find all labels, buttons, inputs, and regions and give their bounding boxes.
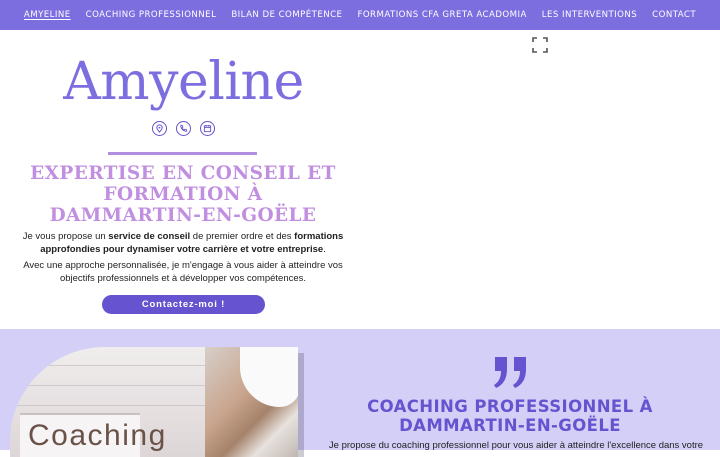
contact-me-button[interactable]: Contactez-moi !: [102, 295, 265, 314]
nav-link-contact[interactable]: CONTACT: [652, 10, 696, 20]
location-icon[interactable]: [152, 121, 167, 136]
nav-link-formations[interactable]: FORMATIONS CFA GRETA ACADOMIA: [357, 10, 526, 20]
top-navigation: AMYELINE COACHING PROFESSIONNEL BILAN DE…: [0, 0, 720, 30]
calendar-icon[interactable]: [200, 121, 215, 136]
intro-text: .: [323, 243, 326, 255]
expand-icon[interactable]: [532, 37, 548, 53]
phone-icon[interactable]: [176, 121, 191, 136]
intro-paragraph-2: Avec une approche personnalisée, je m'en…: [23, 260, 343, 284]
brand-name: Amyeline: [63, 52, 304, 112]
title-divider: [108, 152, 257, 155]
intro-text: de premier ordre et des: [190, 231, 295, 242]
nav-link-coaching[interactable]: COACHING PROFESSIONNEL: [86, 10, 217, 20]
nav-link-amyeline[interactable]: AMYELINE: [24, 10, 71, 20]
contact-icons: [0, 121, 367, 136]
coaching-photo: Coaching: [10, 347, 298, 457]
nav-link-interventions[interactable]: LES INTERVENTIONS: [542, 10, 637, 20]
photo-coaching-word: Coaching: [28, 419, 167, 452]
quote-icon: [494, 357, 526, 388]
nav-link-bilan[interactable]: BILAN DE COMPÉTENCE: [231, 10, 342, 20]
intro-text: Je vous propose un: [22, 231, 109, 242]
intro-highlight-service: service de conseil: [108, 231, 191, 242]
hero-title: EXPERTISE EN CONSEIL ET FORMATION À DAMM…: [30, 163, 336, 226]
coaching-title: COACHING PROFESSIONNEL À DAMMARTIN-EN-GO…: [367, 397, 653, 435]
intro-paragraph-1: Je vous propose un service de conseil de…: [18, 231, 348, 256]
coaching-text: Je propose du coaching professionnel pou…: [328, 440, 704, 451]
